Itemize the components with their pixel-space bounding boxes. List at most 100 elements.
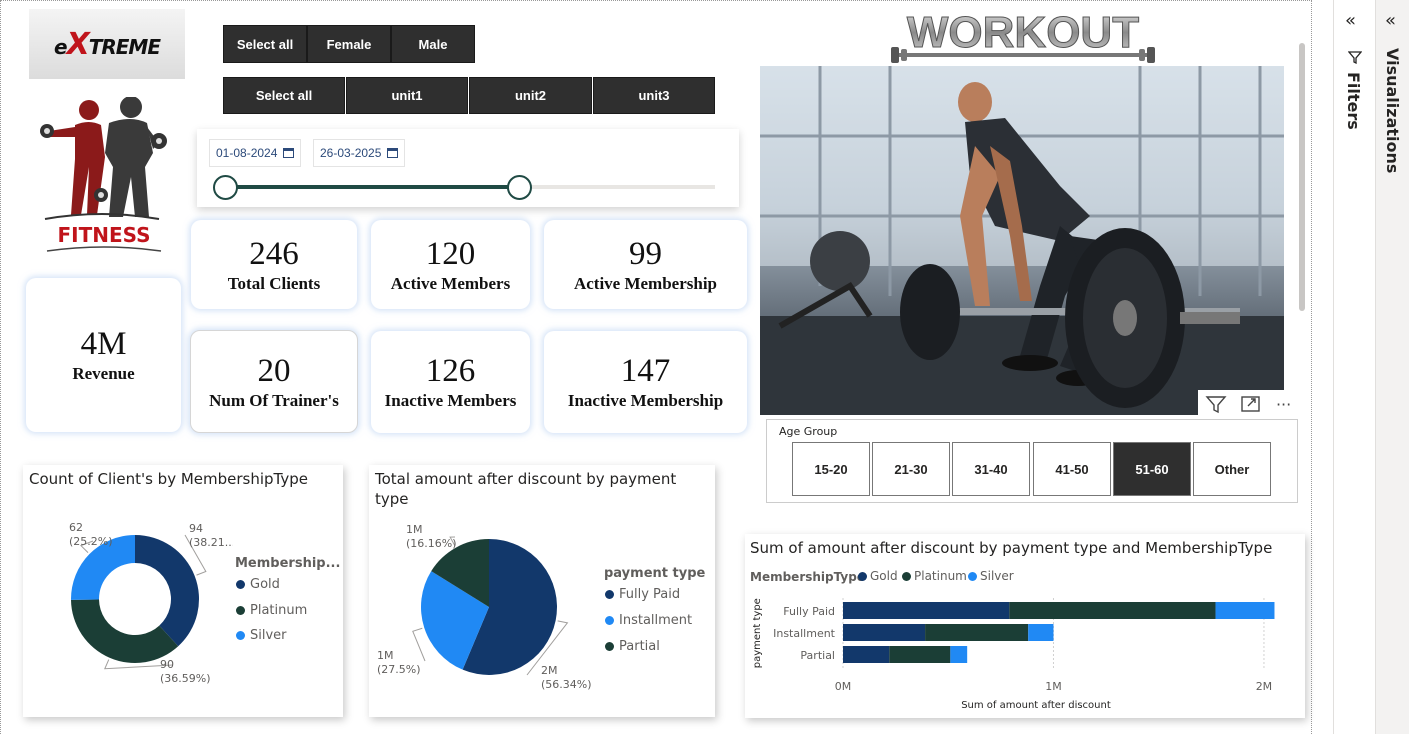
x-tick-label: 0M — [835, 680, 852, 693]
data-label: (38.21...) — [189, 536, 233, 549]
x-tick-label: 1M — [1045, 680, 1062, 693]
filter-pane-icon — [1348, 51, 1362, 64]
legend-item-platinum[interactable]: Platinum — [902, 569, 967, 583]
bar-gold-partial[interactable] — [843, 646, 890, 663]
more-options-icon[interactable]: ··· — [1276, 395, 1291, 414]
workout-title: WORKOUT — [907, 8, 1139, 57]
y-category-label: Partial — [800, 649, 835, 662]
fitness-logo-text: FITNESS — [57, 223, 151, 247]
visual-scrollbar[interactable] — [1299, 43, 1305, 311]
kpi-active-membership: 99 Active Membership — [544, 220, 747, 309]
kpi-label: Active Membership — [573, 273, 718, 293]
visualizations-label[interactable]: Visualizations — [1383, 48, 1402, 173]
calendar-icon — [387, 148, 399, 158]
legend-item-fully-paid[interactable]: Fully Paid — [605, 587, 680, 602]
filters-label[interactable]: Filters — [1344, 72, 1363, 130]
kpi-label: Active Members — [390, 273, 511, 293]
gender-female-button[interactable]: Female — [307, 25, 391, 63]
y-category-label: Installment — [773, 627, 836, 640]
age-21-30-button[interactable]: 21-30 — [872, 442, 950, 496]
legend-item-installment[interactable]: Installment — [605, 613, 692, 628]
slider-start-handle[interactable] — [213, 175, 238, 200]
logo-swoosh — [46, 246, 162, 252]
data-label: (25.2%) — [69, 535, 113, 548]
calendar-icon — [283, 148, 295, 158]
slice-gold[interactable] — [135, 535, 199, 647]
chart-title: Total amount after discount by payment t… — [375, 470, 677, 508]
unit-select-all-button[interactable]: Select all — [223, 77, 345, 114]
age-51-60-button[interactable]: 51-60 — [1113, 442, 1191, 496]
chart-title: Sum of amount after discount by payment … — [750, 539, 1273, 557]
bar-gold-installment[interactable] — [843, 624, 926, 641]
kpi-label: Inactive Members — [384, 391, 517, 410]
bar-silver-fully-paid[interactable] — [1215, 602, 1275, 619]
collapse-filters-icon[interactable]: « — [1345, 10, 1356, 31]
legend-item-gold[interactable]: Gold — [858, 569, 898, 583]
legend-item-silver[interactable]: Silver — [236, 628, 287, 643]
slider-end-handle[interactable] — [507, 175, 532, 200]
age-other-button[interactable]: Other — [1193, 442, 1271, 496]
visual-toolbar: ··· — [1198, 390, 1298, 418]
kpi-total-clients: 246 Total Clients — [191, 220, 357, 309]
collapse-visualizations-icon[interactable]: « — [1385, 10, 1396, 31]
y-axis-label: payment type — [752, 598, 763, 668]
bar-gold-fully-paid[interactable] — [843, 602, 1010, 619]
kpi-value: 120 — [425, 235, 476, 272]
data-label: 90 — [160, 658, 174, 671]
data-label: (56.34%) — [541, 678, 592, 691]
age-15-20-button[interactable]: 15-20 — [792, 442, 870, 496]
bar-silver-installment[interactable] — [1028, 624, 1054, 641]
legend-item-partial[interactable]: Partial — [605, 639, 660, 654]
x-tick-label: 2M — [1256, 680, 1273, 693]
legend-title: payment type — [604, 566, 706, 581]
unit1-button[interactable]: unit1 — [346, 77, 468, 114]
start-date-text: 01-08-2024 — [216, 146, 278, 160]
data-label: 94 — [189, 522, 203, 535]
deadlift-illustration — [760, 66, 1284, 415]
gender-select-all-button[interactable]: Select all — [223, 25, 307, 63]
kpi-value: 147 — [620, 353, 671, 389]
bar-silver-partial[interactable] — [950, 646, 968, 663]
leader-line — [412, 627, 426, 662]
bar-platinum-installment[interactable] — [925, 624, 1029, 641]
bar-platinum-fully-paid[interactable] — [1009, 602, 1216, 619]
kpi-label: Revenue — [72, 364, 135, 383]
data-label: (16.16%) — [406, 537, 457, 550]
end-date-input[interactable]: 26-03-2025 — [313, 139, 406, 167]
legend-item-gold[interactable]: Gold — [236, 577, 280, 592]
report-canvas: eXTREME FITNESS Select all Female Male S… — [0, 0, 1312, 734]
pie-chart: 2M(56.34%)1M(27.5%)1M(16.16%) — [377, 523, 592, 691]
kpi-value: 126 — [425, 353, 476, 389]
extreme-logo: eXTREME — [29, 9, 185, 79]
slice-platinum[interactable] — [71, 599, 179, 663]
donut-chart: 94(38.21...) 90(36.59%) 62(25.2%) — [69, 521, 233, 685]
kpi-value: 246 — [249, 235, 299, 272]
workout-photo — [760, 66, 1284, 415]
kpi-label: Num Of Trainer's — [209, 390, 339, 410]
kpi-revenue: 4M Revenue — [26, 278, 181, 432]
age-group-slicer: Age Group 15-20 21-30 31-40 41-50 51-60 … — [766, 419, 1298, 503]
membership-donut-card: Count of Client's by MembershipType 94 (3… — [23, 465, 343, 717]
data-label: 62 — [69, 521, 83, 534]
kpi-inactive-members: 126 Inactive Members — [371, 331, 530, 433]
payment-pie-card: Total amount after discount by payment t… — [369, 465, 715, 717]
visualizations-pane: « Visualizations — [1375, 0, 1409, 734]
age-41-50-button[interactable]: 41-50 — [1033, 442, 1111, 496]
age-31-40-button[interactable]: 31-40 — [952, 442, 1030, 496]
gender-male-button[interactable]: Male — [391, 25, 475, 63]
legend-item-platinum[interactable]: Platinum — [236, 603, 307, 618]
workout-header-logo: WORKOUT — [891, 8, 1155, 63]
kpi-active-members: 120 Active Members — [371, 220, 530, 309]
data-label: (27.5%) — [377, 663, 421, 676]
legend-item-silver[interactable]: Silver — [968, 569, 1014, 583]
kpi-value: 99 — [629, 235, 662, 272]
start-date-input[interactable]: 01-08-2024 — [209, 139, 302, 167]
data-label: 1M — [377, 649, 394, 662]
focus-mode-icon[interactable] — [1240, 394, 1262, 414]
unit2-button[interactable]: unit2 — [469, 77, 592, 114]
bar-platinum-partial[interactable] — [889, 646, 951, 663]
legend-title: MembershipType — [750, 570, 865, 584]
filter-icon[interactable] — [1205, 394, 1227, 414]
unit3-button[interactable]: unit3 — [593, 77, 715, 114]
chart-title: Count of Client's by MembershipType — [29, 470, 309, 488]
